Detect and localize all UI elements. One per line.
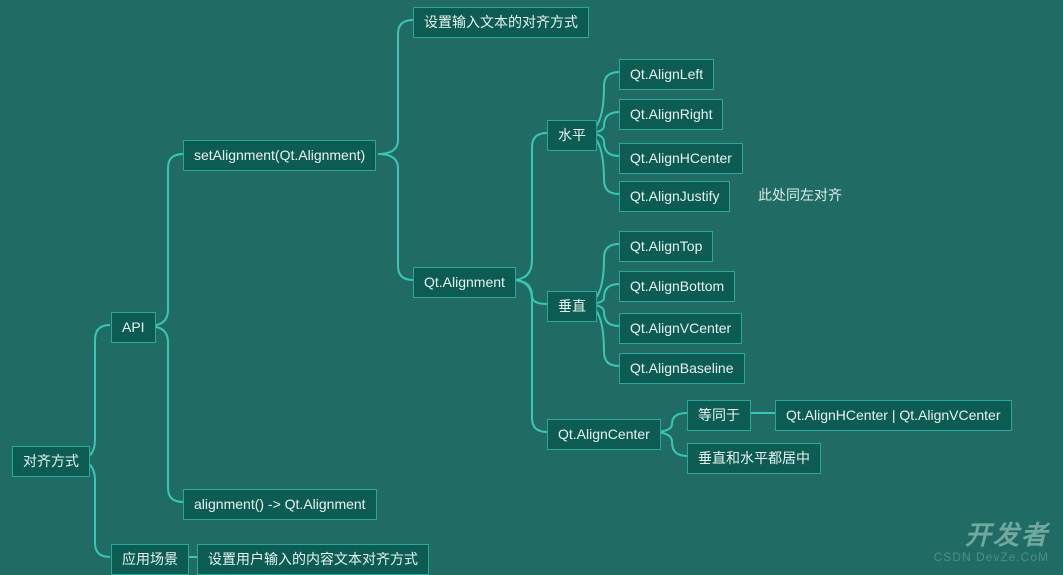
node-vertical[interactable]: 垂直: [547, 291, 597, 322]
center-desc-label: 垂直和水平都居中: [698, 450, 810, 466]
api-label: API: [122, 319, 145, 335]
node-horizontal[interactable]: 水平: [547, 120, 597, 151]
horizontal-label: 水平: [558, 127, 586, 143]
vertical-label: 垂直: [558, 298, 586, 314]
center-eq-value-label: Qt.AlignHCenter | Qt.AlignVCenter: [786, 407, 1001, 423]
scenario-desc-label: 设置用户输入的内容文本对齐方式: [208, 551, 418, 567]
root-label: 对齐方式: [23, 453, 79, 469]
set-desc-label: 设置输入文本的对齐方式: [424, 14, 578, 30]
node-alignbottom[interactable]: Qt.AlignBottom: [619, 271, 735, 302]
node-scenario-desc[interactable]: 设置用户输入的内容文本对齐方式: [197, 544, 429, 575]
aligntop-label: Qt.AlignTop: [630, 238, 702, 254]
alignbaseline-label: Qt.AlignBaseline: [630, 360, 734, 376]
node-aligncenter[interactable]: Qt.AlignCenter: [547, 419, 661, 450]
note-justify: 此处同左对齐: [758, 187, 842, 204]
node-root[interactable]: 对齐方式: [12, 446, 90, 477]
node-qtalignment[interactable]: Qt.Alignment: [413, 267, 516, 298]
node-center-desc[interactable]: 垂直和水平都居中: [687, 443, 821, 474]
node-center-eq[interactable]: 等同于: [687, 400, 751, 431]
node-alignhcenter[interactable]: Qt.AlignHCenter: [619, 143, 743, 174]
watermark-sub: CSDN DevZe.CoM: [934, 550, 1049, 564]
alignleft-label: Qt.AlignLeft: [630, 66, 703, 82]
node-alignment-get[interactable]: alignment() -> Qt.Alignment: [183, 489, 377, 520]
node-alignleft[interactable]: Qt.AlignLeft: [619, 59, 714, 90]
alignjustify-label: Qt.AlignJustify: [630, 188, 719, 204]
scenario-label: 应用场景: [122, 551, 178, 567]
node-set-desc[interactable]: 设置输入文本的对齐方式: [413, 7, 589, 38]
alignvcenter-label: Qt.AlignVCenter: [630, 320, 731, 336]
setalignment-label: setAlignment(Qt.Alignment): [194, 147, 365, 163]
node-scenario[interactable]: 应用场景: [111, 544, 189, 575]
alignhcenter-label: Qt.AlignHCenter: [630, 150, 732, 166]
node-alignvcenter[interactable]: Qt.AlignVCenter: [619, 313, 742, 344]
alignright-label: Qt.AlignRight: [630, 106, 712, 122]
node-alignbaseline[interactable]: Qt.AlignBaseline: [619, 353, 745, 384]
node-setalignment[interactable]: setAlignment(Qt.Alignment): [183, 140, 376, 171]
node-alignjustify[interactable]: Qt.AlignJustify: [619, 181, 730, 212]
center-eq-label: 等同于: [698, 407, 740, 423]
alignment-get-label: alignment() -> Qt.Alignment: [194, 496, 366, 512]
alignbottom-label: Qt.AlignBottom: [630, 278, 724, 294]
node-api[interactable]: API: [111, 312, 156, 343]
qtalignment-label: Qt.Alignment: [424, 274, 505, 290]
node-aligntop[interactable]: Qt.AlignTop: [619, 231, 713, 262]
node-alignright[interactable]: Qt.AlignRight: [619, 99, 723, 130]
node-center-eq-value[interactable]: Qt.AlignHCenter | Qt.AlignVCenter: [775, 400, 1012, 431]
watermark: 开发者: [965, 515, 1049, 552]
aligncenter-label: Qt.AlignCenter: [558, 426, 650, 442]
